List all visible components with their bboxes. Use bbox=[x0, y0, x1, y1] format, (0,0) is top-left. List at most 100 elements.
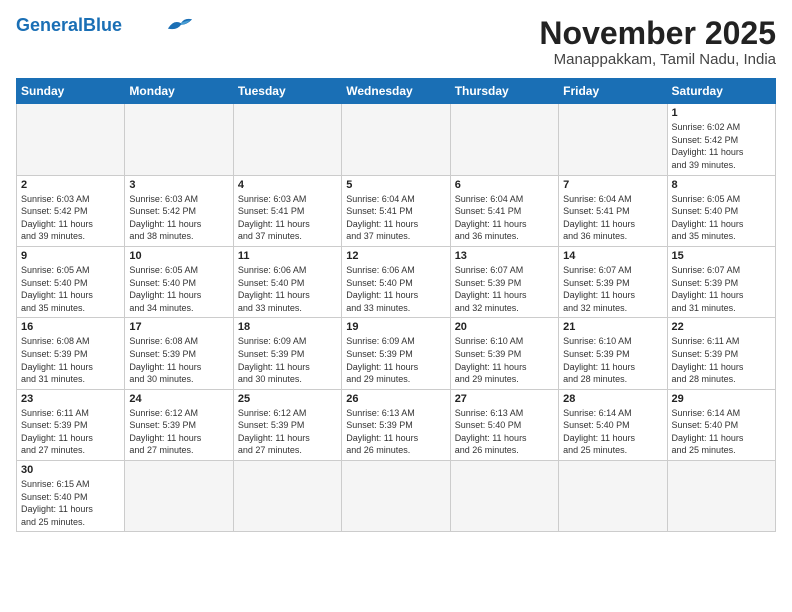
table-row: 27Sunrise: 6:13 AM Sunset: 5:40 PM Dayli… bbox=[450, 389, 558, 460]
day-number: 6 bbox=[455, 179, 554, 191]
table-row: 8 Sunrise: 6:05 AM Sunset: 5:40 PM Daylig… bbox=[667, 175, 775, 246]
day-info: Sunrise: 6:12 AM Sunset: 5:39 PM Dayligh… bbox=[129, 407, 228, 457]
day-info: Sunrise: 6:09 AM Sunset: 5:39 PM Dayligh… bbox=[346, 335, 445, 385]
day-info: Sunrise: 6:11 AM Sunset: 5:39 PM Dayligh… bbox=[21, 407, 120, 457]
table-row bbox=[233, 461, 341, 532]
table-row: 23 Sunrise: 6:11 AM Sunset: 5:39 PM Dayli… bbox=[17, 389, 125, 460]
table-row bbox=[342, 104, 450, 175]
day-number: 7 bbox=[563, 179, 662, 191]
day-info: Sunrise: 6:03 AM Sunset: 5:41 PM Dayligh… bbox=[238, 193, 337, 243]
calendar-table: Sunday Monday Tuesday Wednesday Thursday… bbox=[16, 78, 776, 532]
day-number: 11 bbox=[238, 250, 337, 262]
day-number: 1 bbox=[672, 107, 771, 119]
header-wednesday: Wednesday bbox=[342, 79, 450, 104]
day-info: Sunrise: 6:13 AM Sunset: 5:40 PM Dayligh… bbox=[455, 407, 554, 457]
table-row: 14Sunrise: 6:07 AM Sunset: 5:39 PM Dayli… bbox=[559, 246, 667, 317]
day-number: 10 bbox=[129, 250, 228, 262]
day-number: 12 bbox=[346, 250, 445, 262]
day-info: Sunrise: 6:09 AM Sunset: 5:39 PM Dayligh… bbox=[238, 335, 337, 385]
month-title: November 2025 bbox=[539, 16, 776, 51]
table-row bbox=[233, 104, 341, 175]
table-row: 11 Sunrise: 6:06 AM Sunset: 5:40 PM Dayli… bbox=[233, 246, 341, 317]
title-block: November 2025 Manappakkam, Tamil Nadu, I… bbox=[539, 16, 776, 68]
day-info: Sunrise: 6:14 AM Sunset: 5:40 PM Dayligh… bbox=[563, 407, 662, 457]
table-row: 25 Sunrise: 6:12 AM Sunset: 5:39 PM Dayli… bbox=[233, 389, 341, 460]
table-row: 26 Sunrise: 6:13 AM Sunset: 5:39 PM Dayli… bbox=[342, 389, 450, 460]
table-row: 4 Sunrise: 6:03 AM Sunset: 5:41 PM Daylig… bbox=[233, 175, 341, 246]
day-number: 22 bbox=[672, 321, 771, 333]
day-info: Sunrise: 6:05 AM Sunset: 5:40 PM Dayligh… bbox=[672, 193, 771, 243]
day-info: Sunrise: 6:04 AM Sunset: 5:41 PM Dayligh… bbox=[455, 193, 554, 243]
table-row bbox=[559, 461, 667, 532]
table-row: 3Sunrise: 6:03 AM Sunset: 5:42 PM Daylig… bbox=[125, 175, 233, 246]
table-row: 24 Sunrise: 6:12 AM Sunset: 5:39 PM Dayli… bbox=[125, 389, 233, 460]
day-info: Sunrise: 6:03 AM Sunset: 5:42 PM Dayligh… bbox=[21, 193, 120, 243]
table-row bbox=[125, 104, 233, 175]
day-number: 28 bbox=[563, 393, 662, 405]
table-row: 10Sunrise: 6:05 AM Sunset: 5:40 PM Dayli… bbox=[125, 246, 233, 317]
day-number: 15 bbox=[672, 250, 771, 262]
day-number: 13 bbox=[455, 250, 554, 262]
day-number: 25 bbox=[238, 393, 337, 405]
table-row bbox=[125, 461, 233, 532]
day-info: Sunrise: 6:10 AM Sunset: 5:39 PM Dayligh… bbox=[563, 335, 662, 385]
day-number: 4 bbox=[238, 179, 337, 191]
logo-text: GeneralBlue bbox=[16, 16, 122, 34]
day-info: Sunrise: 6:14 AM Sunset: 5:40 PM Dayligh… bbox=[672, 407, 771, 457]
header-friday: Friday bbox=[559, 79, 667, 104]
day-info: Sunrise: 6:07 AM Sunset: 5:39 PM Dayligh… bbox=[563, 264, 662, 314]
table-row: 21Sunrise: 6:10 AM Sunset: 5:39 PM Dayli… bbox=[559, 318, 667, 389]
day-number: 5 bbox=[346, 179, 445, 191]
table-row: 17Sunrise: 6:08 AM Sunset: 5:39 PM Dayli… bbox=[125, 318, 233, 389]
day-number: 30 bbox=[21, 464, 120, 476]
table-row: 1 Sunrise: 6:02 AM Sunset: 5:42 PM Daylig… bbox=[667, 104, 775, 175]
table-row bbox=[667, 461, 775, 532]
day-info: Sunrise: 6:11 AM Sunset: 5:39 PM Dayligh… bbox=[672, 335, 771, 385]
table-row bbox=[450, 461, 558, 532]
day-info: Sunrise: 6:06 AM Sunset: 5:40 PM Dayligh… bbox=[346, 264, 445, 314]
table-row bbox=[342, 461, 450, 532]
weekday-header-row: Sunday Monday Tuesday Wednesday Thursday… bbox=[17, 79, 776, 104]
day-info: Sunrise: 6:07 AM Sunset: 5:39 PM Dayligh… bbox=[455, 264, 554, 314]
day-number: 19 bbox=[346, 321, 445, 333]
day-number: 17 bbox=[129, 321, 228, 333]
table-row: 30 Sunrise: 6:15 AM Sunset: 5:40 PM Dayli… bbox=[17, 461, 125, 532]
table-row: 13 Sunrise: 6:07 AM Sunset: 5:39 PM Dayli… bbox=[450, 246, 558, 317]
table-row: 2 Sunrise: 6:03 AM Sunset: 5:42 PM Daylig… bbox=[17, 175, 125, 246]
day-info: Sunrise: 6:07 AM Sunset: 5:39 PM Dayligh… bbox=[672, 264, 771, 314]
table-row: 16Sunrise: 6:08 AM Sunset: 5:39 PM Dayli… bbox=[17, 318, 125, 389]
day-info: Sunrise: 6:13 AM Sunset: 5:39 PM Dayligh… bbox=[346, 407, 445, 457]
table-row: 12 Sunrise: 6:06 AM Sunset: 5:40 PM Dayli… bbox=[342, 246, 450, 317]
day-info: Sunrise: 6:04 AM Sunset: 5:41 PM Dayligh… bbox=[346, 193, 445, 243]
table-row: 19 Sunrise: 6:09 AM Sunset: 5:39 PM Dayli… bbox=[342, 318, 450, 389]
day-number: 26 bbox=[346, 393, 445, 405]
header-tuesday: Tuesday bbox=[233, 79, 341, 104]
table-row: 7Sunrise: 6:04 AM Sunset: 5:41 PM Daylig… bbox=[559, 175, 667, 246]
logo: GeneralBlue bbox=[16, 16, 194, 34]
day-number: 24 bbox=[129, 393, 228, 405]
day-info: Sunrise: 6:12 AM Sunset: 5:39 PM Dayligh… bbox=[238, 407, 337, 457]
day-number: 2 bbox=[21, 179, 120, 191]
day-number: 3 bbox=[129, 179, 228, 191]
day-info: Sunrise: 6:15 AM Sunset: 5:40 PM Dayligh… bbox=[21, 478, 120, 528]
table-row: 20 Sunrise: 6:10 AM Sunset: 5:39 PM Dayli… bbox=[450, 318, 558, 389]
day-number: 8 bbox=[672, 179, 771, 191]
header-sunday: Sunday bbox=[17, 79, 125, 104]
day-info: Sunrise: 6:05 AM Sunset: 5:40 PM Dayligh… bbox=[21, 264, 120, 314]
day-number: 20 bbox=[455, 321, 554, 333]
day-number: 16 bbox=[21, 321, 120, 333]
day-number: 18 bbox=[238, 321, 337, 333]
day-info: Sunrise: 6:10 AM Sunset: 5:39 PM Dayligh… bbox=[455, 335, 554, 385]
day-info: Sunrise: 6:06 AM Sunset: 5:40 PM Dayligh… bbox=[238, 264, 337, 314]
table-row bbox=[450, 104, 558, 175]
header-saturday: Saturday bbox=[667, 79, 775, 104]
table-row bbox=[559, 104, 667, 175]
page-header: GeneralBlue November 2025 Manappakkam, T… bbox=[16, 16, 776, 68]
day-number: 23 bbox=[21, 393, 120, 405]
table-row: 18 Sunrise: 6:09 AM Sunset: 5:39 PM Dayli… bbox=[233, 318, 341, 389]
day-number: 29 bbox=[672, 393, 771, 405]
day-info: Sunrise: 6:02 AM Sunset: 5:42 PM Dayligh… bbox=[672, 121, 771, 171]
logo-bird-icon bbox=[166, 15, 194, 33]
table-row bbox=[17, 104, 125, 175]
table-row: 6 Sunrise: 6:04 AM Sunset: 5:41 PM Daylig… bbox=[450, 175, 558, 246]
